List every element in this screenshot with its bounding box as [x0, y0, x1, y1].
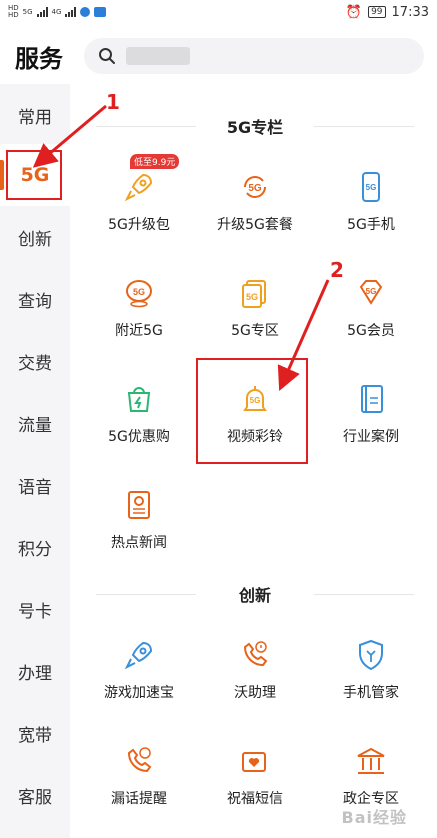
sidebar-item-voice[interactable]: 语音 [0, 454, 70, 516]
grid-item-label: 手机管家 [343, 685, 399, 701]
signal-icon [65, 7, 77, 17]
grid-item-label: 行业案例 [343, 429, 399, 445]
svg-text:5G: 5G [248, 183, 262, 194]
status-right: ⏰ 99 17:33 [346, 5, 429, 20]
annotation-label: 2 [330, 258, 344, 282]
sidebar-item-label: 办理 [18, 663, 52, 684]
sidebar-item-innovation[interactable]: 创新 [0, 206, 70, 268]
grid-item-5g-zone[interactable]: 5G 5G专区 [202, 268, 308, 352]
case-book-icon [352, 380, 390, 418]
sidebar-item-common[interactable]: 常用 [0, 84, 70, 146]
hd-indicator: HD HD [8, 5, 19, 19]
zone-5g-icon: 5G [236, 274, 274, 312]
grid-item-label: 漏话提醒 [111, 791, 167, 807]
grid-item-5g-discount-buy[interactable]: 5G优惠购 [86, 374, 192, 458]
alarm-icon: ⏰ [345, 4, 363, 20]
sidebar-item-handle[interactable]: 办理 [0, 640, 70, 702]
shield-icon [352, 636, 390, 674]
sidebar-item-label: 客服 [18, 787, 52, 808]
battery-icon: 99 [368, 6, 386, 18]
grid-item-hot-news[interactable]: 热点新闻 [86, 480, 192, 564]
svg-text:5G: 5G [133, 287, 145, 297]
header: 服务 [0, 24, 437, 88]
network-type: 4G [51, 8, 62, 16]
grid-item-game-accelerator[interactable]: 游戏加速宝 [86, 630, 192, 714]
app-notification-icon [80, 7, 91, 17]
sidebar-item-payment[interactable]: 交费 [0, 330, 70, 392]
grid-item-label: 热点新闻 [111, 535, 167, 551]
page-title: 服务 [15, 44, 63, 73]
government-building-icon [352, 742, 390, 780]
grid-item-label: 5G专区 [231, 323, 279, 339]
annotation-box-5g [6, 150, 62, 200]
status-bar: HD HD 5G 4G ⏰ 99 17:33 [0, 0, 437, 24]
sidebar-item-broadband[interactable]: 宽带 [0, 702, 70, 764]
sidebar-item-label: 创新 [18, 229, 52, 250]
search-input[interactable] [84, 38, 424, 74]
sidebar-item-label: 交费 [18, 353, 52, 374]
grid-item-label: 祝福短信 [227, 791, 283, 807]
grid-item-label: 5G手机 [347, 217, 395, 233]
network-type: 5G [22, 8, 33, 16]
sidebar-item-customer-service[interactable]: 客服 [0, 764, 70, 826]
missed-call-icon [120, 742, 158, 780]
sidebar-item-label: 常用 [18, 107, 52, 128]
nearby-5g-icon: 5G [120, 274, 158, 312]
grid-item-phone-manager[interactable]: 手机管家 [318, 630, 424, 714]
sidebar-item-label: 流量 [18, 415, 52, 436]
grid-item-label: 5G会员 [347, 323, 395, 339]
hd-label: HD [8, 11, 19, 19]
shopping-bag-icon [120, 380, 158, 418]
clock: 17:33 [391, 4, 429, 20]
grid-item-label: 附近5G [115, 323, 163, 339]
grid-item-label: 5G升级包 [108, 217, 170, 233]
section-title-text: 5G专栏 [226, 118, 284, 137]
sidebar-item-label: 号卡 [18, 601, 52, 622]
grid-item-upgrade-5g-plan[interactable]: 5G 升级5G套餐 [202, 162, 308, 246]
heart-message-icon [236, 742, 274, 780]
svg-text:5G: 5G [366, 287, 377, 296]
annotation-label: 1 [106, 90, 120, 114]
rocket-icon [120, 168, 158, 206]
grid-item-5g-upgrade-pack[interactable]: 低至9.9元 5G升级包 [86, 154, 192, 246]
svg-text:5G: 5G [366, 183, 377, 192]
status-left: HD HD 5G 4G [8, 5, 107, 19]
sidebar-item-label: 积分 [18, 539, 52, 560]
signal-icon [36, 7, 48, 17]
grid-item-label: 沃助理 [234, 685, 276, 701]
svg-text:5G: 5G [246, 292, 258, 302]
phone-5g-icon: 5G [352, 168, 390, 206]
grid-item-missed-call-alert[interactable]: 漏话提醒 [86, 736, 192, 820]
news-icon [120, 486, 158, 524]
section-title: 创新 [96, 582, 414, 606]
app-notification-icon [94, 7, 107, 17]
grid-item-label: 升级5G套餐 [217, 217, 293, 233]
grid-item-nearby-5g[interactable]: 5G 附近5G [86, 268, 192, 352]
search-icon [99, 48, 115, 64]
grid-item-label: 5G优惠购 [108, 429, 170, 445]
member-diamond-icon: 5G [352, 274, 390, 312]
sidebar-item-label: 查询 [18, 291, 52, 312]
sidebar-item-points[interactable]: 积分 [0, 516, 70, 578]
sidebar-item-data[interactable]: 流量 [0, 392, 70, 454]
sidebar-item-label: 语音 [18, 477, 52, 498]
grid-item-5g-phone[interactable]: 5G 5G手机 [318, 162, 424, 246]
grid-item-greeting-sms[interactable]: 祝福短信 [202, 736, 308, 820]
sidebar-item-query[interactable]: 查询 [0, 268, 70, 330]
section-title-text: 创新 [238, 586, 271, 605]
phone-assistant-icon [236, 636, 274, 674]
sidebar-item-label: 宽带 [18, 725, 52, 746]
grid-item-label: 游戏加速宝 [104, 685, 174, 701]
promo-badge: 低至9.9元 [130, 154, 180, 169]
upgrade-5g-icon: 5G [236, 168, 274, 206]
grid-item-wo-assistant[interactable]: 沃助理 [202, 630, 308, 714]
rocket-icon [120, 636, 158, 674]
grid-item-industry-cases[interactable]: 行业案例 [318, 374, 424, 458]
search-placeholder [126, 47, 190, 65]
annotation-box-video-ringtone [196, 358, 308, 464]
watermark: Bai经验 [341, 808, 407, 827]
sidebar-item-sim-card[interactable]: 号卡 [0, 578, 70, 640]
section-title: 5G专栏 [96, 114, 414, 138]
